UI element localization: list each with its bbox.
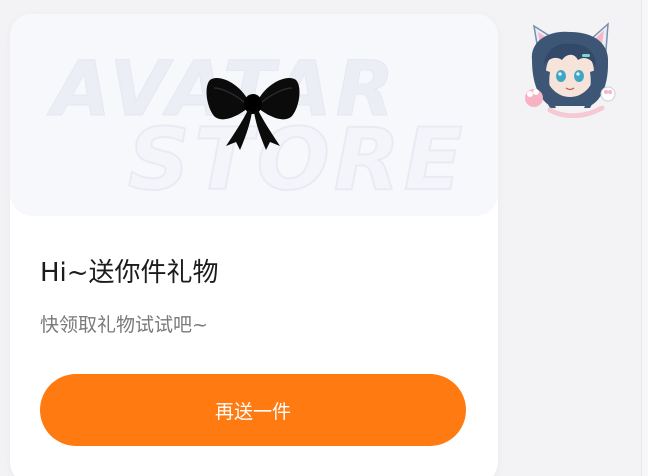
gift-subtitle: 快领取礼物试试吧~ (40, 314, 208, 336)
avatar-store-banner: AVATAR STORE (10, 14, 498, 216)
gift-title: Hi~送你件礼物 (40, 258, 219, 288)
send-another-button[interactable]: 再送一件 (40, 374, 466, 446)
bow-icon (206, 78, 300, 150)
gift-card: AVATAR STORE Hi~送你件礼物 快领取礼物试试吧~ 再送一件 (10, 14, 498, 476)
gift-page: AVATAR STORE Hi~送你件礼物 快领取礼物试试吧~ 再送一件 (0, 0, 648, 476)
right-edge-divider (641, 0, 648, 476)
avatar-icon[interactable] (520, 20, 620, 118)
